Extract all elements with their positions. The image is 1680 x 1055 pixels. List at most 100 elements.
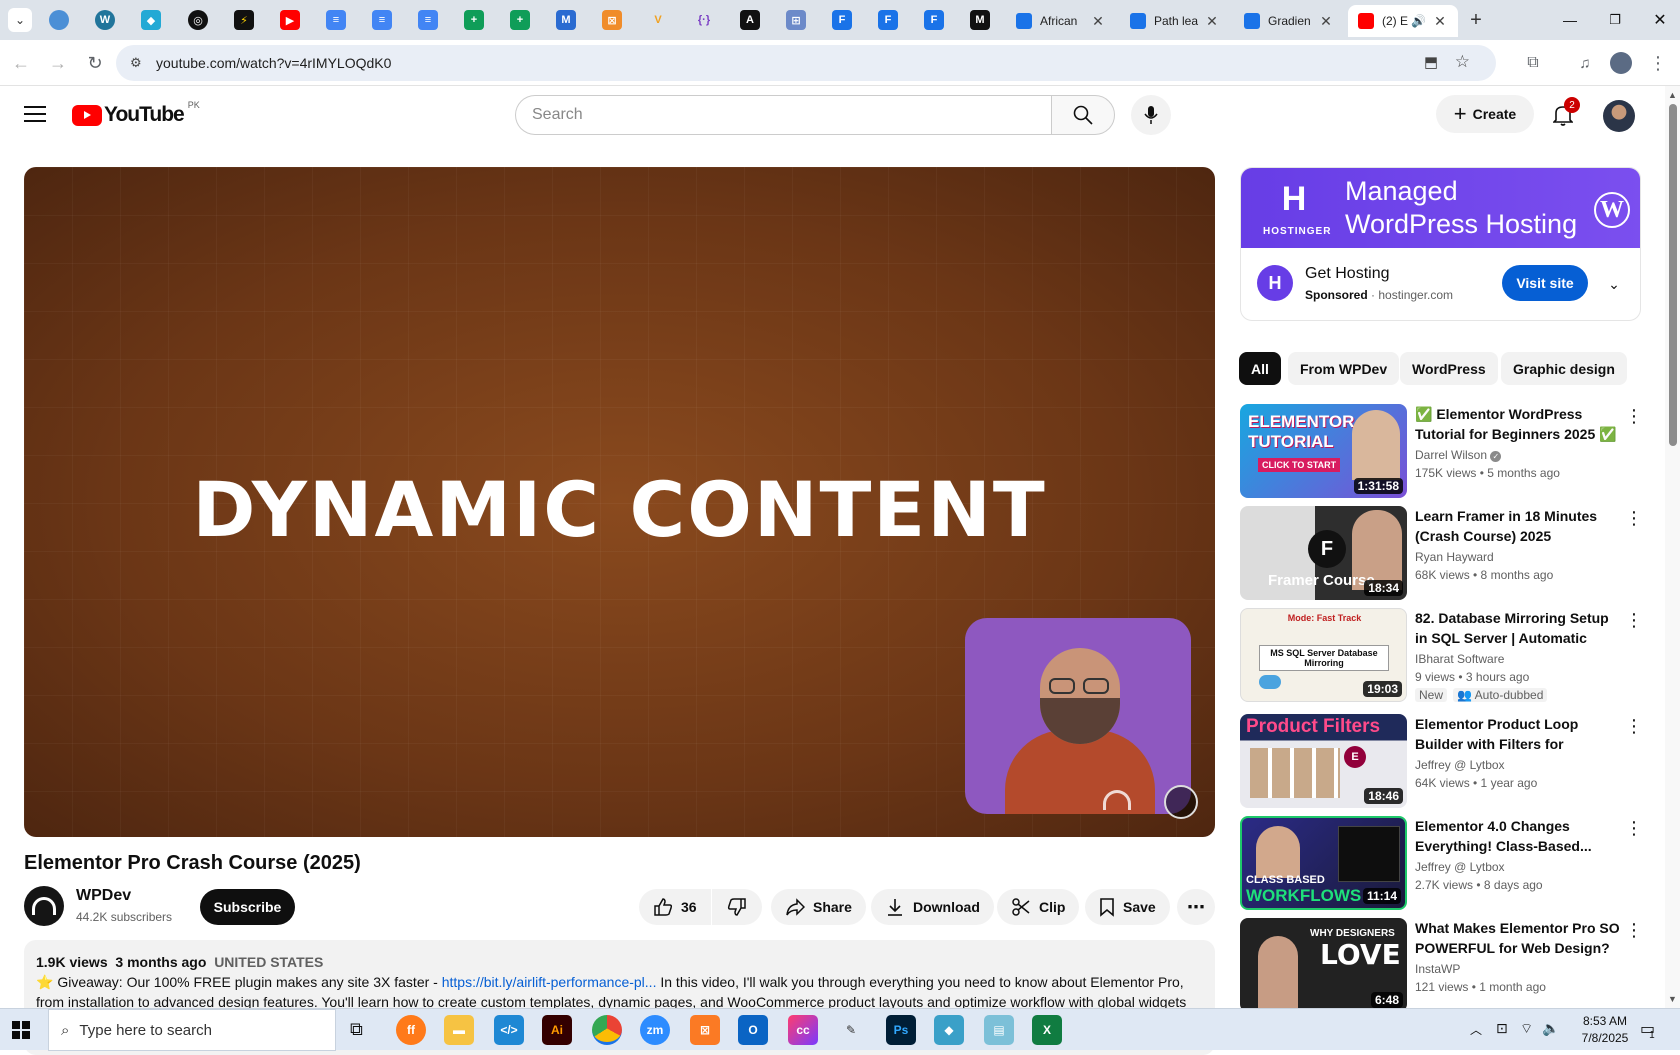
vscode-icon[interactable]: </>	[494, 1015, 524, 1045]
channel-branding-icon[interactable]	[1164, 785, 1198, 819]
video-title[interactable]: What Makes Elementor Pro SO POWERFUL for…	[1415, 918, 1620, 958]
pen-tool-icon[interactable]: ✎	[836, 1015, 866, 1045]
tab-gradient[interactable]: Gradien ✕	[1234, 5, 1344, 37]
more-options-icon[interactable]: ⋮	[1624, 608, 1644, 632]
tab-icon[interactable]: {·}	[694, 10, 714, 30]
tab-icon[interactable]: ⊠	[602, 10, 622, 30]
back-button[interactable]: ←	[8, 50, 34, 76]
tab-icon[interactable]: ▶	[280, 10, 300, 30]
tab-icon[interactable]: ◎	[188, 10, 208, 30]
tab-icon[interactable]: F	[924, 10, 944, 30]
channel-name[interactable]: InstaWP	[1415, 962, 1460, 976]
like-button[interactable]: 36	[639, 889, 711, 925]
install-app-icon[interactable]: ⬒	[1424, 53, 1438, 71]
windows-start-icon[interactable]	[12, 1021, 30, 1039]
tab-icon[interactable]: F	[832, 10, 852, 30]
file-explorer-icon[interactable]: ▬	[444, 1015, 474, 1045]
recommendation-item[interactable]: ELEMENTOR TUTORIAL CLICK TO START 1:31:5…	[1240, 404, 1660, 498]
tab-close-icon[interactable]: ✕	[1204, 13, 1220, 30]
xampp-icon[interactable]: ⊠	[690, 1015, 720, 1045]
channel-name[interactable]: WPDev	[76, 887, 131, 905]
description-link[interactable]: https://bit.ly/airlift-performance-pl...	[442, 974, 657, 990]
minimize-button[interactable]: —	[1555, 6, 1585, 34]
search-button[interactable]	[1051, 95, 1115, 135]
account-avatar[interactable]	[1603, 100, 1635, 132]
site-info-icon[interactable]: ⚙	[130, 55, 142, 71]
chrome-icon[interactable]	[592, 1015, 622, 1045]
more-actions-button[interactable]: ⋯	[1177, 889, 1215, 925]
download-button[interactable]: Download	[871, 889, 994, 925]
tab-icon[interactable]: ⊞	[786, 10, 806, 30]
tab-icon[interactable]: ⚡	[234, 10, 254, 30]
channel-name[interactable]: Ryan Hayward	[1415, 550, 1494, 564]
tab-search-button[interactable]: ⌄	[8, 8, 32, 32]
taskbar-search-box[interactable]: ⌕ Type here to search	[48, 1009, 336, 1051]
video-thumbnail[interactable]: Mode: Fast Track MS SQL Server Database …	[1240, 608, 1407, 702]
tab-icon[interactable]: +	[510, 10, 530, 30]
notepad-icon[interactable]: ▤	[984, 1015, 1014, 1045]
tab-icon[interactable]: A	[740, 10, 760, 30]
reload-button[interactable]: ↻	[82, 50, 108, 76]
visit-site-button[interactable]: Visit site	[1502, 265, 1588, 301]
illustrator-icon[interactable]: Ai	[542, 1015, 572, 1045]
excel-icon[interactable]: X	[1032, 1015, 1062, 1045]
video-title[interactable]: Elementor 4.0 Changes Everything! Class-…	[1415, 816, 1620, 856]
video-player[interactable]: DYNAMIC CONTENT	[24, 167, 1215, 837]
tab-icon[interactable]: F	[878, 10, 898, 30]
outlook-icon[interactable]: O	[738, 1015, 768, 1045]
video-thumbnail[interactable]: ELEMENTOR TUTORIAL CLICK TO START 1:31:5…	[1240, 404, 1407, 498]
app-diamond-icon[interactable]: ◆	[934, 1015, 964, 1045]
tab-icon[interactable]: M	[970, 10, 990, 30]
video-thumbnail[interactable]: F Framer Course 18:34	[1240, 506, 1407, 600]
restore-button[interactable]: ❐	[1600, 6, 1630, 34]
tab-icon[interactable]: +	[464, 10, 484, 30]
recommendation-item[interactable]: Product Filters E 18:46 Elementor Produc…	[1240, 714, 1660, 808]
photoshop-icon[interactable]: Ps	[886, 1015, 916, 1045]
creative-cloud-icon[interactable]: cc	[788, 1015, 818, 1045]
clock[interactable]: 8:53 AM 7/8/2025	[1570, 1013, 1640, 1047]
volume-icon[interactable]: 🔈	[1542, 1020, 1559, 1037]
chip-graphic-design[interactable]: Graphic design	[1501, 352, 1627, 385]
channel-name[interactable]: Jeffrey @ Lytbox	[1415, 758, 1505, 772]
zoom-icon[interactable]: zm	[640, 1015, 670, 1045]
tab-close-icon[interactable]: ✕	[1432, 13, 1448, 30]
wifi-icon[interactable]: ⌔	[1520, 1020, 1533, 1038]
create-button[interactable]: + Create	[1436, 95, 1534, 133]
extensions-icon[interactable]: ⧉	[1520, 50, 1546, 76]
tab-icon[interactable]: ◆	[141, 10, 161, 30]
tab-icon[interactable]: V	[648, 10, 668, 30]
chip-all[interactable]: All	[1239, 352, 1281, 385]
channel-name[interactable]: Darrel Wilson ✓	[1415, 448, 1502, 462]
bookmark-star-icon[interactable]: ☆	[1455, 52, 1470, 72]
page-scrollbar[interactable]: ▲ ▼	[1665, 86, 1680, 1008]
channel-avatar[interactable]	[24, 886, 64, 926]
media-control-icon[interactable]: ♫	[1572, 50, 1598, 76]
tab-african[interactable]: African ✕	[1006, 5, 1116, 37]
notification-center-icon[interactable]: ▭1	[1640, 1019, 1661, 1041]
task-view-icon[interactable]: ⧉	[350, 1019, 363, 1040]
system-tray-chevron-icon[interactable]: ︿	[1470, 1021, 1482, 1038]
forward-button[interactable]: →	[45, 50, 71, 76]
video-title[interactable]: 82. Database Mirroring Setup in SQL Serv…	[1415, 608, 1620, 648]
browser-menu-icon[interactable]: ⋮	[1645, 50, 1671, 76]
more-options-icon[interactable]: ⋮	[1624, 506, 1644, 530]
tab-icon[interactable]: M	[556, 10, 576, 30]
search-input[interactable]: Search	[515, 95, 1051, 135]
scroll-down-arrow-icon[interactable]: ▼	[1668, 994, 1677, 1004]
chip-from-wpdev[interactable]: From WPDev	[1288, 352, 1400, 385]
tab-youtube-active[interactable]: (2) E 🔊 ✕	[1348, 5, 1458, 37]
video-thumbnail[interactable]: CLASS BASED WORKFLOWS 11:14	[1240, 816, 1407, 910]
clip-button[interactable]: Clip	[997, 889, 1080, 925]
tab-close-icon[interactable]: ✕	[1318, 13, 1334, 30]
youtube-logo[interactable]: YouTube PK	[72, 100, 200, 127]
tab-icon[interactable]: ≡	[326, 10, 346, 30]
recommendation-item[interactable]: F Framer Course 18:34 Learn Framer in 18…	[1240, 506, 1660, 600]
more-options-icon[interactable]: ⋮	[1624, 404, 1644, 428]
address-bar[interactable]: ⚙ youtube.com/watch?v=4rIMYLOQdK0 ⬒ ☆	[116, 45, 1496, 81]
more-options-icon[interactable]: ⋮	[1624, 714, 1644, 738]
video-title[interactable]: Learn Framer in 18 Minutes (Crash Course…	[1415, 506, 1620, 546]
new-tab-button[interactable]: +	[1464, 8, 1488, 32]
voice-search-button[interactable]	[1131, 95, 1171, 135]
share-button[interactable]: Share	[771, 889, 866, 925]
video-title[interactable]: ✅ Elementor WordPress Tutorial for Begin…	[1415, 404, 1620, 444]
